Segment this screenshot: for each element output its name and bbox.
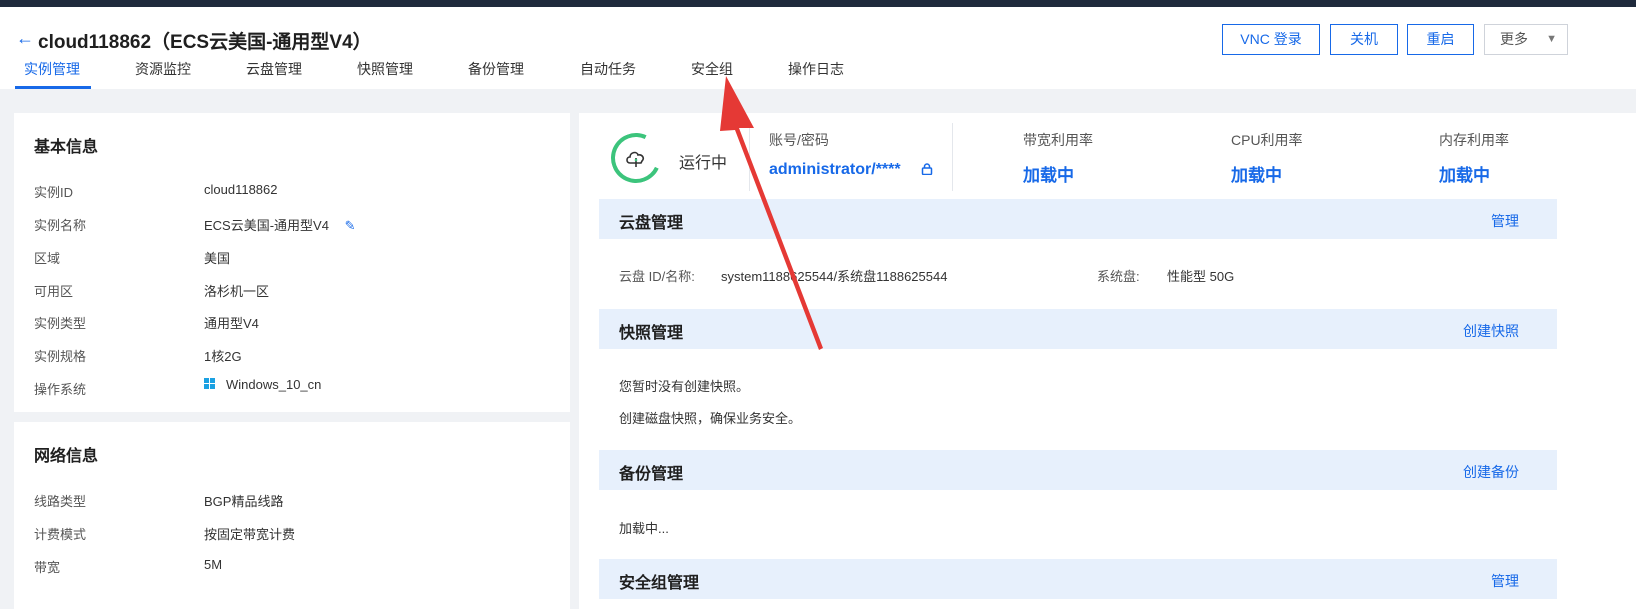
top-strip xyxy=(0,0,1636,7)
tab-instance[interactable]: 实例管理 xyxy=(24,59,80,79)
bandwidth-usage-value: 加载中 xyxy=(1023,166,1074,185)
instance-type-value: 通用型V4 xyxy=(204,316,259,331)
basic-info-title: 基本信息 xyxy=(34,139,99,156)
chevron-down-icon: ▼ xyxy=(1546,33,1557,45)
kv-label: 实例类型 xyxy=(34,316,87,331)
cloud-icon xyxy=(626,151,645,167)
kv-label: 线路类型 xyxy=(34,494,87,509)
more-label: 更多 xyxy=(1500,31,1528,47)
disk-manage-link[interactable]: 管理 xyxy=(1491,211,1519,231)
kv-label: 操作系统 xyxy=(34,382,87,397)
memory-usage-value: 加载中 xyxy=(1439,166,1490,185)
page-title: cloud118862（ECS云美国-通用型V4） xyxy=(38,32,372,53)
divider xyxy=(952,123,953,191)
tab-security-group[interactable]: 安全组 xyxy=(691,59,733,79)
cpu-usage-value: 加载中 xyxy=(1231,166,1282,185)
snapshot-empty-text: 您暂时没有创建快照。 xyxy=(619,379,750,394)
snapshot-hint-text: 创建磁盘快照，确保业务安全。 xyxy=(619,411,802,426)
backup-loading-text: 加载中... xyxy=(619,521,669,536)
disk-id-label: 云盘 ID/名称: xyxy=(619,269,695,284)
lock-icon[interactable] xyxy=(921,163,933,175)
more-dropdown[interactable]: 更多 ▼ xyxy=(1484,24,1568,55)
tab-disk[interactable]: 云盘管理 xyxy=(246,59,302,79)
disk-id-value: system1188625544/系统盘1188625544 xyxy=(721,269,948,284)
tab-bar: 实例管理 资源监控 云盘管理 快照管理 备份管理 自动任务 安全组 操作日志 xyxy=(0,59,1636,89)
instance-overview-card: 运行中 账号/密码 administrator/**** 带宽利用率 加载中 C… xyxy=(579,113,1636,609)
os-text: Windows_10_cn xyxy=(226,377,322,392)
kv-label: 计费模式 xyxy=(34,527,87,542)
kv-label: 区域 xyxy=(34,251,61,266)
instance-spec-value: 1核2G xyxy=(204,349,242,364)
kv-label: 实例ID xyxy=(34,185,74,200)
system-disk-label: 系统盘: xyxy=(1097,269,1140,284)
snapshot-section-header: 快照管理 创建快照 xyxy=(599,309,1557,349)
region-value: 美国 xyxy=(204,251,231,266)
bandwidth-usage-label: 带宽利用率 xyxy=(1023,132,1093,148)
bandwidth-value: 5M xyxy=(204,557,223,572)
kv-label: 带宽 xyxy=(34,560,61,575)
edit-pencil-icon[interactable]: ✎ xyxy=(345,218,356,234)
security-manage-link[interactable]: 管理 xyxy=(1491,571,1519,591)
instance-id-value: cloud118862 xyxy=(204,182,278,197)
security-section-header: 安全组管理 管理 xyxy=(599,559,1557,599)
back-arrow-icon[interactable]: ← xyxy=(16,29,34,47)
basic-info-card: 基本信息 实例ID cloud118862 实例名称 ECS云美国-通用型V4 … xyxy=(14,113,570,412)
tab-snapshot[interactable]: 快照管理 xyxy=(357,59,413,79)
windows-icon xyxy=(204,378,216,390)
tab-monitor[interactable]: 资源监控 xyxy=(135,59,191,79)
divider xyxy=(749,123,750,191)
backup-section-title: 备份管理 xyxy=(619,466,684,483)
backup-section-header: 备份管理 创建备份 xyxy=(599,450,1557,490)
instance-name-value: ECS云美国-通用型V4 ✎ xyxy=(204,215,356,234)
system-disk-value: 性能型 50G xyxy=(1167,269,1235,284)
line-type-value: BGP精品线路 xyxy=(204,494,284,509)
memory-usage-label: 内存利用率 xyxy=(1439,132,1509,148)
account-label: 账号/密码 xyxy=(769,132,829,148)
tab-backup[interactable]: 备份管理 xyxy=(468,59,524,79)
billing-mode-value: 按固定带宽计费 xyxy=(204,527,296,542)
instance-name-text: ECS云美国-通用型V4 xyxy=(204,218,329,233)
create-snapshot-link[interactable]: 创建快照 xyxy=(1463,321,1519,341)
shutdown-button[interactable]: 关机 xyxy=(1330,24,1398,55)
page-header: ← cloud118862（ECS云美国-通用型V4） VNC 登录 关机 重启… xyxy=(0,7,1636,89)
disk-section-title: 云盘管理 xyxy=(619,215,684,232)
create-backup-link[interactable]: 创建备份 xyxy=(1463,462,1519,482)
restart-button[interactable]: 重启 xyxy=(1407,24,1474,55)
kv-label: 实例名称 xyxy=(34,218,87,233)
tab-auto-task[interactable]: 自动任务 xyxy=(580,59,636,79)
vnc-login-button[interactable]: VNC 登录 xyxy=(1222,24,1320,55)
kv-label: 实例规格 xyxy=(34,349,87,364)
running-status-text: 运行中 xyxy=(679,155,728,172)
account-value: administrator/**** xyxy=(769,161,901,178)
network-info-title: 网络信息 xyxy=(34,448,99,465)
active-tab-indicator xyxy=(15,86,91,89)
snapshot-section-title: 快照管理 xyxy=(619,325,684,342)
os-value: Windows_10_cn xyxy=(204,377,321,392)
network-info-card: 网络信息 线路类型 BGP精品线路 计费模式 按固定带宽计费 带宽 5M xyxy=(14,422,570,609)
zone-value: 洛杉机一区 xyxy=(204,284,270,299)
disk-section-header: 云盘管理 管理 xyxy=(599,199,1557,239)
security-section-title: 安全组管理 xyxy=(619,575,700,592)
tab-operation-log[interactable]: 操作日志 xyxy=(788,59,844,79)
kv-label: 可用区 xyxy=(34,284,74,299)
cpu-usage-label: CPU利用率 xyxy=(1231,132,1303,148)
